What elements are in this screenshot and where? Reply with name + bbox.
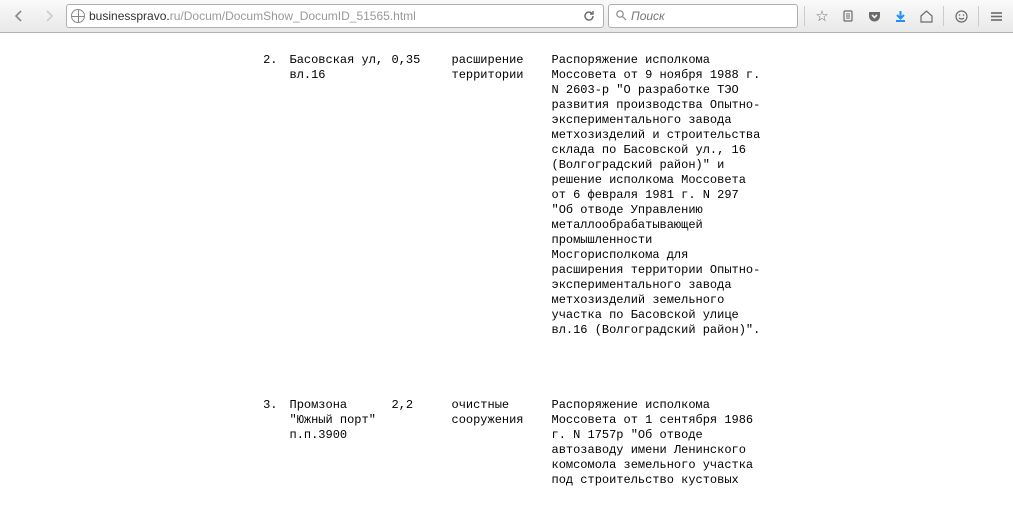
menu-icon[interactable] [985,5,1007,27]
download-icon[interactable] [889,5,911,27]
purpose-cell: очистные сооружения [452,398,552,488]
home-icon[interactable] [915,5,937,27]
back-button[interactable] [6,3,32,29]
clipboard-icon[interactable] [837,5,859,27]
search-input[interactable] [631,9,791,23]
purpose-cell: расширение территории [452,53,552,338]
globe-icon [71,9,85,23]
address-cell: Басовская ул, вл.16 [282,53,392,338]
search-icon [615,9,627,24]
separator [804,6,805,26]
value-cell: 2,2 [392,398,452,488]
separator [943,6,944,26]
row-number: 2. [252,53,282,338]
table-row: 2. Басовская ул, вл.16 0,35 расширение т… [252,53,762,338]
address-cell: Промзона "Южный порт" п.п.3900 [282,398,392,488]
smiley-icon[interactable] [950,5,972,27]
document-cell: Распоряжение исполкома Моссовета от 1 се… [552,398,762,488]
url-text: businesspravo.ru/Docum/DocumShow_DocumID… [89,9,575,23]
document-content: 2. Басовская ул, вл.16 0,35 расширение т… [0,33,1013,488]
table-row: 3. Промзона "Южный порт" п.п.3900 2,2 оч… [252,398,762,488]
forward-button [36,3,62,29]
row-number: 3. [252,398,282,488]
separator [978,6,979,26]
url-bar[interactable]: businesspravo.ru/Docum/DocumShow_DocumID… [66,4,604,28]
value-cell: 0,35 [392,53,452,338]
document-cell: Распоряжение исполкома Моссовета от 9 но… [552,53,762,338]
search-bar[interactable] [608,4,798,28]
star-icon[interactable]: ☆ [811,5,833,27]
reload-button[interactable] [579,6,599,26]
pocket-icon[interactable] [863,5,885,27]
browser-toolbar: businesspravo.ru/Docum/DocumShow_DocumID… [0,0,1013,33]
